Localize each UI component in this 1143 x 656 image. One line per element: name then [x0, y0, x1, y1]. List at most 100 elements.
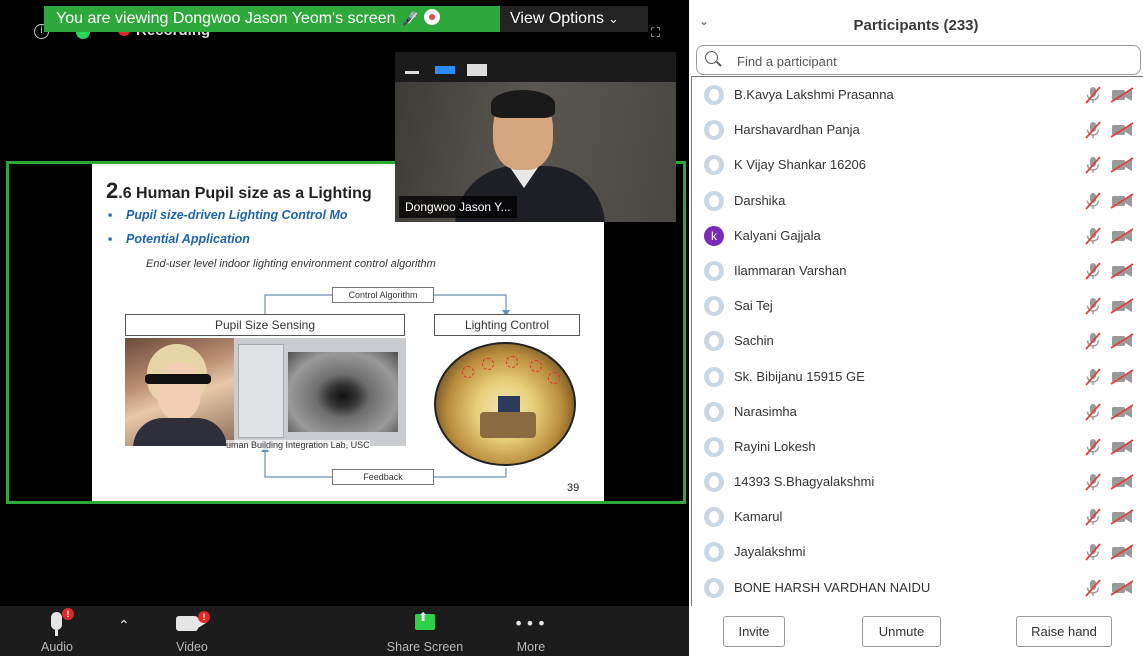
chevron-up-icon[interactable]: ⌃: [118, 618, 130, 634]
participant-name: Harshavardhan Panja: [734, 122, 860, 138]
video-off-icon[interactable]: [1110, 192, 1134, 209]
participant-row[interactable]: 14393 S.Bhagyalakshmi: [692, 464, 1143, 499]
muted-mic-icon[interactable]: [1084, 297, 1102, 315]
avatar: [704, 436, 724, 457]
muted-mic-icon[interactable]: [1084, 473, 1102, 491]
view-options-button[interactable]: View Options ⌄: [500, 6, 648, 32]
more-button[interactable]: ••• More: [508, 606, 554, 656]
avatar: [704, 120, 724, 141]
more-label: More: [516, 640, 546, 654]
muted-mic-icon[interactable]: [1084, 508, 1102, 526]
strip-view-icon[interactable]: [435, 66, 455, 74]
participant-name: Sachin: [734, 333, 774, 349]
video-off-icon[interactable]: [1110, 439, 1134, 455]
avatar: k: [704, 225, 724, 246]
avatar: [704, 472, 724, 493]
video-off-icon[interactable]: [1110, 368, 1134, 385]
video-off-icon[interactable]: [1110, 157, 1134, 174]
audio-label: Audio: [41, 640, 73, 654]
video-off-icon[interactable]: [1110, 403, 1134, 420]
video-off-icon[interactable]: [1110, 263, 1134, 279]
participants-footer: Invite Unmute Raise hand: [689, 606, 1143, 656]
speaker-video-panel[interactable]: Dongwoo Jason Y...: [395, 52, 676, 222]
muted-mic-icon[interactable]: [1084, 367, 1102, 386]
video-off-icon[interactable]: [1110, 122, 1134, 138]
pupil-tracking-software-photo: [234, 338, 406, 446]
control-algorithm-label: Control Algorithm: [332, 287, 434, 303]
muted-mic-icon[interactable]: [1084, 543, 1102, 562]
share-screen-button[interactable]: ⬆ Share Screen: [382, 606, 468, 656]
feedback-label: Feedback: [332, 469, 434, 485]
speaker-video-toolbar: [395, 52, 676, 82]
video-alert-badge: !: [198, 611, 210, 623]
arrow-up-icon: ⬆: [418, 610, 429, 624]
viewing-screen-text: You are viewing Dongwoo Jason Yeom's scr…: [56, 10, 396, 27]
participant-row[interactable]: Narasimha: [692, 394, 1143, 429]
muted-mic-icon[interactable]: [1084, 156, 1102, 174]
participant-row[interactable]: Kamarul: [692, 499, 1143, 534]
participant-row[interactable]: k Kalyani Gajjala: [692, 218, 1143, 253]
participant-row[interactable]: Jayalakshmi: [692, 534, 1143, 569]
avatar: [704, 577, 724, 598]
video-off-icon[interactable]: [1110, 474, 1134, 490]
lighting-room-fisheye-photo: [434, 342, 576, 466]
participant-row[interactable]: Rayini Lokesh: [692, 429, 1143, 464]
muted-mic-icon[interactable]: [1084, 262, 1102, 280]
muted-mic-icon[interactable]: [1084, 121, 1102, 139]
fullscreen-icon[interactable]: ⛶: [651, 26, 660, 41]
audio-button[interactable]: ! Audio: [32, 606, 82, 656]
chevron-down-icon: ⌄: [607, 12, 619, 27]
participant-row[interactable]: Ilammaran Varshan: [692, 253, 1143, 288]
muted-mic-icon[interactable]: [1084, 227, 1102, 245]
participant-name: 14393 S.Bhagyalakshmi: [734, 474, 875, 490]
muted-mic-icon[interactable]: [1084, 403, 1102, 421]
muted-mic-icon[interactable]: [1084, 332, 1102, 350]
participant-row[interactable]: K Vijay Shankar 16206: [692, 147, 1143, 182]
share-screen-label: Share Screen: [386, 640, 464, 654]
video-off-icon[interactable]: [1110, 579, 1134, 596]
muted-mic-icon: 🎤̸: [401, 12, 418, 27]
video-off-icon[interactable]: [1110, 333, 1134, 350]
muted-mic-icon[interactable]: [1084, 86, 1102, 104]
view-options-label: View Options: [510, 10, 604, 27]
minimize-icon[interactable]: [405, 71, 419, 74]
meeting-area: i Recording You are viewing Dongwoo Jaso…: [0, 0, 689, 656]
participant-name: Narasimha: [734, 403, 797, 419]
meeting-top-bar: i Recording You are viewing Dongwoo Jaso…: [0, 0, 689, 44]
participant-search-input[interactable]: [737, 51, 1127, 71]
video-off-icon[interactable]: [1110, 544, 1134, 561]
participants-title: Participants (233): [853, 17, 979, 34]
video-button[interactable]: ! Video: [164, 606, 220, 656]
unmute-button[interactable]: Unmute: [862, 616, 941, 647]
avatar: [704, 155, 724, 176]
participant-name: Ilammaran Varshan: [734, 262, 847, 278]
video-off-icon[interactable]: [1110, 298, 1134, 314]
invite-button[interactable]: Invite: [723, 616, 785, 647]
photo-caption: uman Building Integration Lab, USC: [226, 440, 370, 450]
participant-name: Kamarul: [734, 509, 783, 525]
raise-hand-button[interactable]: Raise hand: [1016, 616, 1112, 647]
video-off-icon[interactable]: [1110, 227, 1134, 244]
expand-view-icon[interactable]: [467, 64, 487, 76]
participant-name: BONE HARSH VARDHAN NAIDU: [734, 579, 931, 595]
participant-list[interactable]: B.Kavya Lakshmi Prasanna Harshavardhan P…: [691, 76, 1143, 606]
avatar: [704, 401, 724, 422]
participant-row[interactable]: Sk. Bibijanu 15915 GE: [692, 359, 1143, 394]
participant-row[interactable]: BONE HARSH VARDHAN NAIDU: [692, 570, 1143, 605]
video-off-icon[interactable]: [1110, 87, 1134, 103]
participant-row[interactable]: Sai Tej: [692, 288, 1143, 323]
search-icon: [705, 51, 718, 64]
participant-search[interactable]: [696, 45, 1141, 75]
muted-mic-icon[interactable]: [1084, 191, 1102, 210]
slide-page-number: 39: [567, 482, 580, 494]
participant-row[interactable]: Harshavardhan Panja: [692, 112, 1143, 147]
pupil-sensor-wearer-photo: [125, 338, 235, 446]
participant-row[interactable]: Sachin: [692, 323, 1143, 358]
video-off-icon[interactable]: [1110, 509, 1134, 526]
muted-mic-icon[interactable]: [1084, 438, 1102, 456]
audio-alert-badge: !: [62, 608, 74, 620]
participant-row[interactable]: Darshika: [692, 183, 1143, 218]
participant-row[interactable]: B.Kavya Lakshmi Prasanna: [692, 77, 1143, 112]
participant-name: K Vijay Shankar 16206: [734, 157, 867, 173]
muted-mic-icon[interactable]: [1084, 579, 1102, 597]
